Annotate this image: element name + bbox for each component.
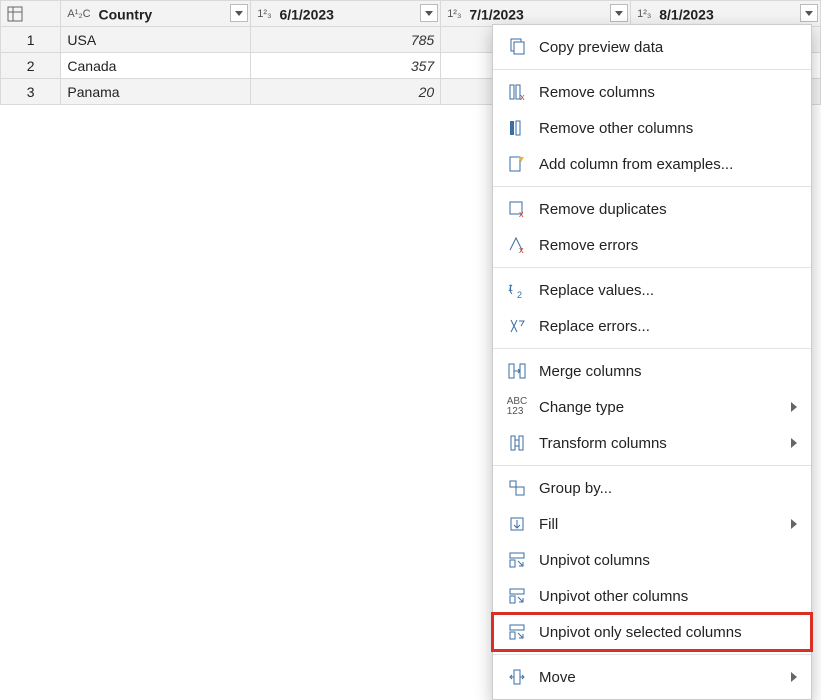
menu-replace-values[interactable]: 12 Replace values... (493, 272, 811, 308)
column-filter-dropdown[interactable] (230, 4, 248, 22)
unpivot-other-icon (505, 584, 529, 608)
menu-separator (493, 654, 811, 655)
unpivot-icon (505, 548, 529, 572)
type-number-icon: 1²₃ (637, 8, 651, 20)
menu-group-by[interactable]: Group by... (493, 470, 811, 506)
remove-columns-icon: x (505, 80, 529, 104)
remove-duplicates-icon: x (505, 197, 529, 221)
type-number-icon: 1²₃ (257, 8, 271, 20)
column-header-label: Country (99, 6, 153, 22)
type-text-icon: A¹₂C (67, 8, 90, 20)
menu-replace-errors[interactable]: Replace errors... (493, 308, 811, 344)
column-context-menu: Copy preview data x Remove columns Remov… (492, 24, 812, 700)
remove-other-columns-icon (505, 116, 529, 140)
menu-change-type[interactable]: ABC123 Change type (493, 389, 811, 425)
menu-transform-columns[interactable]: Transform columns (493, 425, 811, 461)
row-number: 3 (1, 79, 61, 105)
row-number: 1 (1, 27, 61, 53)
submenu-arrow-icon (791, 519, 797, 529)
menu-remove-columns[interactable]: x Remove columns (493, 74, 811, 110)
move-icon (505, 665, 529, 689)
column-header-label: 7/1/2023 (469, 6, 524, 22)
menu-unpivot-other-columns[interactable]: Unpivot other columns (493, 578, 811, 614)
menu-separator (493, 267, 811, 268)
remove-errors-icon: x (505, 233, 529, 257)
menu-move[interactable]: Move (493, 659, 811, 695)
menu-add-column-from-examples[interactable]: Add column from examples... (493, 146, 811, 182)
cell-value[interactable]: 785 (251, 27, 441, 53)
svg-text:x: x (520, 92, 525, 101)
menu-remove-other-columns[interactable]: Remove other columns (493, 110, 811, 146)
menu-remove-errors[interactable]: x Remove errors (493, 227, 811, 263)
cell-value[interactable]: 357 (251, 53, 441, 79)
submenu-arrow-icon (791, 438, 797, 448)
copy-icon (505, 35, 529, 59)
table-icon (7, 6, 23, 22)
svg-text:x: x (519, 245, 524, 254)
menu-fill[interactable]: Fill (493, 506, 811, 542)
group-by-icon (505, 476, 529, 500)
menu-unpivot-only-selected-columns[interactable]: Unpivot only selected columns (493, 614, 811, 650)
add-column-examples-icon (505, 152, 529, 176)
cell-country[interactable]: USA (61, 27, 251, 53)
svg-text:x: x (519, 209, 524, 218)
column-filter-dropdown[interactable] (800, 4, 818, 22)
cell-country[interactable]: Canada (61, 53, 251, 79)
transform-columns-icon (505, 431, 529, 455)
column-header-label: 8/1/2023 (659, 6, 714, 22)
column-header-date-1[interactable]: 1²₃ 6/1/2023 (251, 1, 441, 27)
column-header-date-3[interactable]: 1²₃ 8/1/2023 (631, 1, 821, 27)
submenu-arrow-icon (791, 402, 797, 412)
merge-columns-icon (505, 359, 529, 383)
change-type-icon: ABC123 (505, 395, 529, 419)
replace-errors-icon (505, 314, 529, 338)
column-header-date-2[interactable]: 1²₃ 7/1/2023 (441, 1, 631, 27)
svg-text:2: 2 (517, 290, 522, 299)
menu-merge-columns[interactable]: Merge columns (493, 353, 811, 389)
menu-remove-duplicates[interactable]: x Remove duplicates (493, 191, 811, 227)
menu-separator (493, 348, 811, 349)
cell-value[interactable]: 20 (251, 79, 441, 105)
fill-icon (505, 512, 529, 536)
menu-copy-preview-data[interactable]: Copy preview data (493, 29, 811, 65)
menu-separator (493, 69, 811, 70)
column-header-label: 6/1/2023 (279, 6, 334, 22)
row-number: 2 (1, 53, 61, 79)
column-filter-dropdown[interactable] (420, 4, 438, 22)
replace-values-icon: 12 (505, 278, 529, 302)
type-number-icon: 1²₃ (447, 8, 461, 20)
menu-unpivot-columns[interactable]: Unpivot columns (493, 542, 811, 578)
column-header-country[interactable]: A¹₂C Country (61, 1, 251, 27)
submenu-arrow-icon (791, 672, 797, 682)
select-all-corner[interactable] (1, 1, 61, 27)
cell-country[interactable]: Panama (61, 79, 251, 105)
unpivot-selected-icon (505, 620, 529, 644)
column-filter-dropdown[interactable] (610, 4, 628, 22)
menu-separator (493, 186, 811, 187)
menu-separator (493, 465, 811, 466)
